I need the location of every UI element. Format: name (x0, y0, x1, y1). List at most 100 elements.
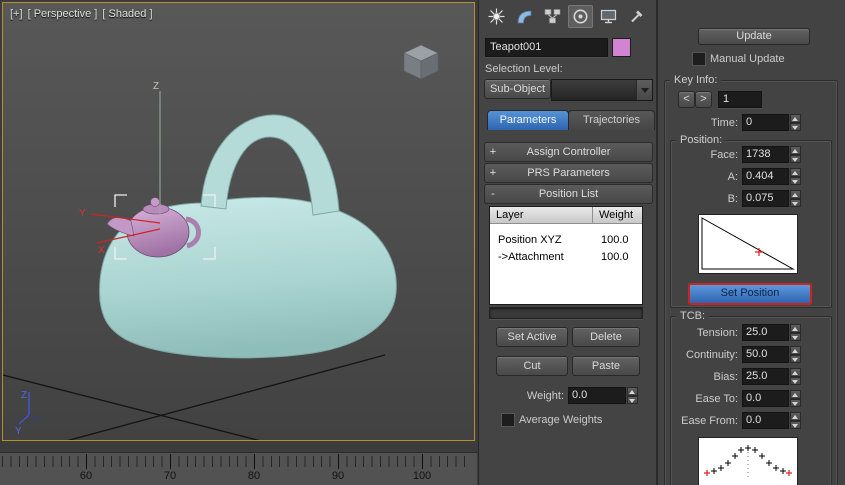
ease-from-spinner[interactable]: 0.0 (742, 412, 801, 429)
ease-to-label: Ease To: (695, 393, 738, 405)
ease-to-spinner[interactable]: 0.0 (742, 390, 801, 407)
manual-update-label: Manual Update (710, 53, 785, 65)
spin-up-icon[interactable] (627, 387, 638, 396)
spin-down-icon[interactable] (790, 198, 801, 207)
set-position-button[interactable]: Set Position (688, 283, 812, 305)
grid-line (3, 374, 261, 440)
spin-up-icon[interactable] (790, 190, 801, 199)
list-item[interactable]: ->Attachment 100.0 (490, 249, 642, 266)
bias-spinner[interactable]: 25.0 (742, 368, 801, 385)
paste-button[interactable]: Paste (572, 356, 640, 376)
perspective-viewport[interactable]: Z Y X Z Y [+] [ Perspective] [Shaded] (2, 2, 475, 441)
tripod-z-label: Z (21, 390, 27, 401)
bias-value[interactable]: 25.0 (742, 368, 789, 385)
update-button[interactable]: Update (698, 28, 810, 45)
tab-trajectories[interactable]: Trajectories (568, 110, 655, 130)
manual-update-checkbox[interactable] (692, 52, 706, 66)
continuity-spinner[interactable]: 50.0 (742, 346, 801, 363)
create-icon (488, 8, 505, 25)
spin-up-icon[interactable] (790, 346, 801, 355)
spin-down-icon[interactable] (790, 332, 801, 341)
spin-up-icon[interactable] (790, 368, 801, 377)
delete-button[interactable]: Delete (572, 327, 640, 347)
spin-down-icon[interactable] (627, 395, 638, 404)
tension-spinner[interactable]: 25.0 (742, 324, 801, 341)
viewcube-icon[interactable] (403, 44, 439, 80)
a-spinner[interactable]: 0.404 (742, 168, 801, 185)
barycentric-position-diagram[interactable] (698, 214, 798, 274)
hierarchy-tab[interactable] (540, 5, 565, 28)
list-item[interactable]: Position XYZ 100.0 (490, 232, 642, 249)
spin-down-icon[interactable] (790, 122, 801, 131)
dropdown-arrow-icon[interactable] (636, 80, 652, 100)
spin-up-icon[interactable] (790, 146, 801, 155)
sub-object-dropdown[interactable] (551, 79, 653, 101)
viewport-shading-menu[interactable]: [ Shaded ] (102, 8, 152, 20)
spin-up-icon[interactable] (790, 324, 801, 333)
viewport-general-menu[interactable]: [+] (10, 8, 23, 20)
position-list-header: Layer Weight (490, 207, 642, 224)
key-number-field[interactable]: 1 (718, 91, 762, 108)
cut-button[interactable]: Cut (496, 356, 568, 376)
b-value[interactable]: 0.075 (742, 190, 789, 207)
spin-down-icon[interactable] (790, 176, 801, 185)
viewport-pov-menu[interactable]: [ Perspective ] (28, 8, 98, 20)
sub-object-button[interactable]: Sub-Object (484, 79, 551, 99)
rollout-position-list[interactable]: - Position List (484, 184, 653, 204)
modify-tab[interactable] (512, 5, 537, 28)
major-tick (338, 454, 339, 469)
create-tab[interactable] (484, 5, 509, 28)
major-tick (170, 454, 171, 469)
ruler-label: 80 (247, 470, 261, 482)
time-value[interactable]: 0 (742, 114, 789, 131)
spin-up-icon[interactable] (790, 168, 801, 177)
rollout-assign-controller[interactable]: + Assign Controller (484, 142, 653, 162)
face-label: Face: (710, 149, 738, 161)
display-tab[interactable] (596, 5, 621, 28)
bias-label: Bias: (713, 371, 738, 383)
average-weights-checkbox[interactable] (501, 413, 515, 427)
ease-from-value[interactable]: 0.0 (742, 412, 789, 429)
object-color-swatch[interactable] (612, 38, 631, 57)
spin-up-icon[interactable] (790, 390, 801, 399)
weight-cell[interactable]: 100.0 (595, 249, 642, 266)
layer-cell[interactable]: ->Attachment (490, 249, 595, 266)
spin-up-icon[interactable] (790, 412, 801, 421)
rollout-prs-parameters[interactable]: + PRS Parameters (484, 163, 653, 183)
tension-value[interactable]: 25.0 (742, 324, 789, 341)
weight-value[interactable]: 0.0 (568, 387, 626, 404)
face-spinner[interactable]: 1738 (742, 146, 801, 163)
time-spinner[interactable]: 0 (742, 114, 801, 131)
track-bar[interactable]: 60 70 80 90 100 (0, 452, 477, 485)
spin-down-icon[interactable] (790, 154, 801, 163)
ruler-label: 70 (163, 470, 177, 482)
spin-down-icon[interactable] (790, 376, 801, 385)
attachment-parameters-panel: Update Manual Update Key Info: < > 1 Tim… (658, 0, 845, 485)
tripod-y-label: Y (15, 426, 22, 437)
weight-spinner[interactable]: 0.0 (568, 387, 638, 404)
set-active-button[interactable]: Set Active (496, 327, 568, 347)
spin-down-icon[interactable] (790, 398, 801, 407)
selection-level-label: Selection Level: (485, 63, 563, 75)
continuity-value[interactable]: 50.0 (742, 346, 789, 363)
3dsmax-window: Z Y X Z Y [+] [ Perspective] [Shaded]… (0, 0, 845, 485)
spin-up-icon[interactable] (790, 114, 801, 123)
ease-to-value[interactable]: 0.0 (742, 390, 789, 407)
layer-cell[interactable]: Position XYZ (490, 232, 595, 249)
spin-down-icon[interactable] (790, 354, 801, 363)
b-spinner[interactable]: 0.075 (742, 190, 801, 207)
major-tick (254, 454, 255, 469)
command-panel-tabs (484, 5, 649, 28)
ruler-label: 100 (412, 470, 432, 482)
utilities-tab[interactable] (624, 5, 649, 28)
face-value[interactable]: 1738 (742, 146, 789, 163)
motion-tab[interactable] (568, 5, 593, 28)
prev-key-button[interactable]: < (678, 91, 695, 108)
rollout-title: Assign Controller (526, 146, 611, 158)
object-name-field[interactable]: Teapot001 (485, 38, 608, 57)
a-value[interactable]: 0.404 (742, 168, 789, 185)
spin-down-icon[interactable] (790, 420, 801, 429)
tab-parameters[interactable]: Parameters (487, 110, 569, 130)
next-key-button[interactable]: > (695, 91, 712, 108)
weight-cell[interactable]: 100.0 (595, 232, 642, 249)
